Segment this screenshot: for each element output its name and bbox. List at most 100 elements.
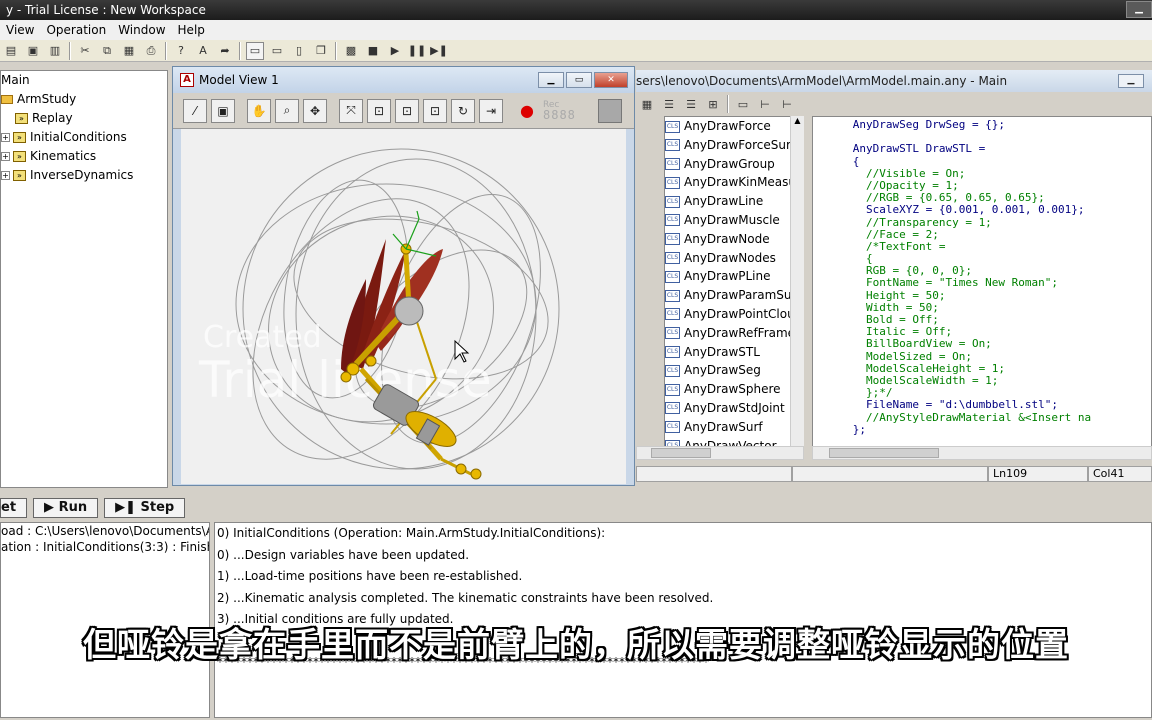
help-icon[interactable]: ? xyxy=(172,42,190,60)
class-list-item[interactable]: CLS AnyDrawLine xyxy=(665,192,803,211)
menu-view[interactable]: View xyxy=(0,23,40,37)
class-list-item[interactable]: CLS AnyDrawForceSurfa xyxy=(665,136,803,155)
snapshot-icon[interactable]: ▣ xyxy=(211,98,235,123)
expand-icon[interactable]: + xyxy=(1,133,10,142)
tree-expand-icon[interactable]: ⊢ xyxy=(756,95,774,113)
open-icon[interactable]: ▤ xyxy=(2,42,20,60)
run-button[interactable]: ▶ Run xyxy=(33,498,99,518)
cut-icon[interactable]: ✂ xyxy=(76,42,94,60)
minimize-icon[interactable]: ▁ xyxy=(1126,1,1152,18)
scroll-up-icon[interactable]: ▲ xyxy=(791,116,804,125)
expand-icon[interactable]: + xyxy=(1,152,10,161)
log-line: 1) ...Load-time positions have been re-e… xyxy=(217,569,523,583)
class-list-item[interactable]: CLS AnyDrawMuscle xyxy=(665,211,803,230)
tree-item-replay[interactable]: » Replay xyxy=(1,109,167,128)
ortho-toggle-icon[interactable]: ⁄ xyxy=(183,98,207,123)
paste-icon[interactable]: ▦ xyxy=(120,42,138,60)
tree-root[interactable]: Main xyxy=(1,71,167,90)
list-icon[interactable]: ☰ xyxy=(660,95,678,113)
find-icon[interactable]: A xyxy=(194,42,212,60)
class-list-item[interactable]: CLS AnyDrawPointClouc xyxy=(665,305,803,324)
class-list-item[interactable]: CLS AnyDrawRefFrame xyxy=(665,324,803,343)
3d-viewport[interactable]: Created Trial license xyxy=(181,129,626,484)
minimize-icon[interactable]: ▁ xyxy=(538,72,564,88)
reset-rotation-icon[interactable]: ↻ xyxy=(451,98,475,123)
class-list-item[interactable]: CLS AnyDrawPLine xyxy=(665,267,803,286)
menu-operation[interactable]: Operation xyxy=(40,23,112,37)
view-top-icon[interactable]: ⊡ xyxy=(423,98,447,123)
menu-window[interactable]: Window xyxy=(112,23,171,37)
code-line: FontName = "Times New Roman"; xyxy=(813,276,1059,290)
step-button[interactable]: ▶❚ Step xyxy=(104,498,186,518)
list-alt-icon[interactable]: ☰ xyxy=(682,95,700,113)
print-icon[interactable]: ⎙ xyxy=(142,42,160,60)
editor-titlebar[interactable]: sers\lenovo\Documents\ArmModel\ArmModel.… xyxy=(636,70,1152,92)
model-view-titlebar[interactable]: A Model View 1 ▁ ▭ ✕ xyxy=(173,67,634,93)
stop-record-icon[interactable] xyxy=(597,98,622,123)
zoom-icon[interactable]: ⌕ xyxy=(275,98,299,123)
class-list-item[interactable]: CLS AnyDrawNodes xyxy=(665,249,803,268)
view-side-icon[interactable]: ⊡ xyxy=(395,98,419,123)
status-blank xyxy=(636,466,792,482)
class-list-item[interactable]: CLS AnyDrawSTL xyxy=(665,343,803,362)
operation-icon: » xyxy=(13,170,26,181)
class-list-item[interactable]: CLS AnyDrawGroup xyxy=(665,155,803,174)
window-layout-icon[interactable]: ▭ xyxy=(246,41,264,60)
class-list-scrollbar[interactable]: ▲ ▼ xyxy=(790,116,804,456)
menu-help[interactable]: Help xyxy=(172,23,211,37)
class-icon: CLS xyxy=(665,158,680,171)
class-list-item[interactable]: CLS AnyDrawParamSurf xyxy=(665,286,803,305)
reset-button[interactable]: et xyxy=(0,498,28,518)
class-list-item[interactable]: CLS AnyDrawKinMeasur xyxy=(665,173,803,192)
maximize-icon[interactable]: ▭ xyxy=(566,72,592,88)
tree-view-icon[interactable]: ⊞ xyxy=(704,95,722,113)
cascade-icon[interactable]: ❐ xyxy=(312,42,330,60)
class-list-item-label: AnyDrawStdJoint xyxy=(684,400,785,415)
copy-icon[interactable]: ⧉ xyxy=(98,42,116,60)
code-hscrollbar[interactable] xyxy=(812,446,1152,460)
save-icon[interactable]: ▣ xyxy=(24,42,42,60)
class-icon: CLS xyxy=(665,214,680,227)
class-list-item[interactable]: CLS AnyDrawNode xyxy=(665,230,803,249)
fit-view-icon[interactable]: ⤧ xyxy=(339,98,363,123)
class-list-item[interactable]: CLS AnyDrawForce xyxy=(665,117,803,136)
pan-hand-icon[interactable]: ✋ xyxy=(247,98,271,123)
goto-icon[interactable]: ➦ xyxy=(216,42,234,60)
code-line: ScaleXYZ = {0.001, 0.001, 0.001}; xyxy=(813,203,1085,217)
code-editor[interactable]: AnyDrawSeg DrwSeg = {}; AnyDrawSTL DrawS… xyxy=(812,116,1152,456)
class-list-item[interactable]: CLS AnyDrawSeg xyxy=(665,361,803,380)
record-icon[interactable]: ● xyxy=(515,99,539,123)
expand-icon[interactable]: + xyxy=(1,171,10,180)
class-list-item[interactable]: CLS AnyDrawSphere xyxy=(665,380,803,399)
code-line: BillBoardView = On; xyxy=(813,337,992,351)
class-list: CLS AnyDrawForce CLS AnyDrawForceSurfa CLS An… xyxy=(664,116,804,456)
open-folder-icon[interactable]: ▭ xyxy=(734,95,752,113)
close-icon[interactable]: ✕ xyxy=(594,72,628,88)
scroll-thumb[interactable] xyxy=(651,448,711,458)
step-icon[interactable]: ▶❚ xyxy=(430,42,448,60)
load-model-icon[interactable]: ▩ xyxy=(342,42,360,60)
tree-collapse-icon[interactable]: ⊢ xyxy=(778,95,796,113)
pause-icon[interactable]: ❚❚ xyxy=(408,42,426,60)
tile-vertical-icon[interactable]: ▯ xyxy=(290,42,308,60)
minimize-icon[interactable]: ▁ xyxy=(1118,74,1144,88)
rotate-icon[interactable]: ✥ xyxy=(303,98,327,123)
class-list-item[interactable]: CLS AnyDrawSurf xyxy=(665,418,803,437)
view-front-icon[interactable]: ⊡ xyxy=(367,98,391,123)
tree-item-kinematics[interactable]: +» Kinematics xyxy=(1,147,167,166)
code-line: }; xyxy=(813,422,866,436)
class-list-hscrollbar[interactable] xyxy=(636,446,804,460)
status-blank xyxy=(792,466,988,482)
class-icon: CLS xyxy=(665,383,680,396)
scroll-thumb[interactable] xyxy=(829,448,939,458)
class-tree-icon[interactable]: ▦ xyxy=(638,95,656,113)
tree-item-inversedynamics[interactable]: +» InverseDynamics xyxy=(1,166,167,185)
save-all-icon[interactable]: ▥ xyxy=(46,42,64,60)
tree-item-initialconditions[interactable]: +» InitialConditions xyxy=(1,128,167,147)
class-list-item[interactable]: CLS AnyDrawStdJoint xyxy=(665,399,803,418)
stop-icon[interactable]: ■ xyxy=(364,42,382,60)
spin-icon[interactable]: ⇥ xyxy=(479,98,503,123)
tile-horizontal-icon[interactable]: ▭ xyxy=(268,42,286,60)
play-icon[interactable]: ▶ xyxy=(386,42,404,60)
tree-item-armstudy[interactable]: ArmStudy xyxy=(1,90,167,109)
